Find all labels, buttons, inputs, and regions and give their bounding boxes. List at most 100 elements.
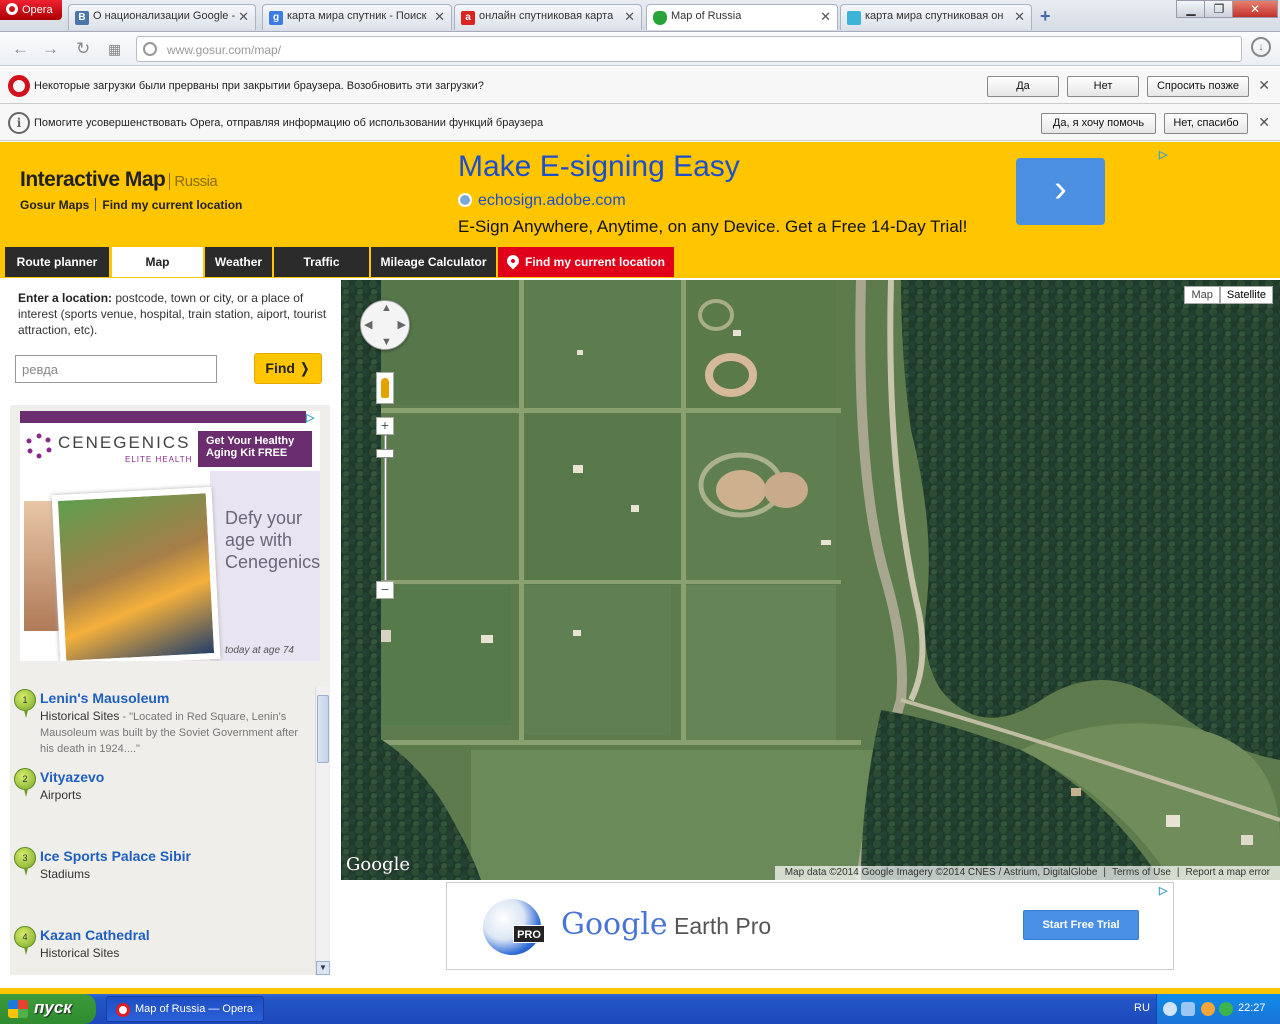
shield-icon <box>653 11 667 25</box>
marker-icon: 3 <box>14 847 36 876</box>
start-button[interactable]: пуск <box>0 994 96 1024</box>
tab-vk[interactable]: B О национализации Google - ✕ <box>68 4 256 30</box>
tab-map-of-russia[interactable]: Map of Russia ✕ <box>646 4 838 30</box>
tab-ask[interactable]: a онлайн спутниковая карта ✕ <box>454 4 642 30</box>
pan-left-icon[interactable]: ◀ <box>364 318 372 331</box>
new-tab-button[interactable]: + <box>1040 6 1051 27</box>
forward-arrow-icon[interactable]: → <box>42 39 59 59</box>
location-search-input[interactable] <box>15 355 217 383</box>
pan-up-icon[interactable]: ▲ <box>381 302 392 314</box>
result-name[interactable]: Kazan Cathedral <box>40 927 150 943</box>
map-type-satellite-button[interactable]: Satellite <box>1219 286 1273 304</box>
site-title: Interactive Map Russia <box>20 168 218 191</box>
speed-dial-icon[interactable]: ▦ <box>108 41 121 58</box>
tab-world-map[interactable]: карта мира спутниковая он ✕ <box>840 4 1032 30</box>
nav-route-planner[interactable]: Route planner <box>5 247 109 277</box>
marker-icon: 4 <box>14 926 36 955</box>
google-logo[interactable]: Google <box>346 854 410 875</box>
find-button[interactable]: Find ❭ <box>254 353 322 384</box>
map-data-credit: Map data ©2014 Google Imagery ©2014 CNES… <box>784 867 1098 878</box>
adchoices-icon[interactable]: ▷ <box>1159 148 1173 162</box>
ad-arrow-button[interactable]: › <box>1016 158 1105 225</box>
result-name[interactable]: Vityazevo <box>40 769 104 785</box>
satellite-map[interactable]: Map Satellite ▲ ▼ ◀ ▶ + − Google Map dat… <box>341 280 1280 880</box>
close-icon[interactable]: ✕ <box>624 9 635 25</box>
windows-flag-icon <box>8 1000 28 1018</box>
find-location-link[interactable]: Find my current location <box>102 198 242 212</box>
chevron-left-icon[interactable] <box>1163 1002 1177 1016</box>
zoom-in-button[interactable]: + <box>376 417 394 435</box>
adchoices-icon[interactable]: ▷ <box>306 411 320 425</box>
zoom-slider-handle[interactable] <box>376 449 394 458</box>
resume-downloads-infobar: Некоторые загрузки были прерваны при зак… <box>0 67 1280 104</box>
gosur-maps-link[interactable]: Gosur Maps <box>20 198 89 212</box>
pan-down-icon[interactable]: ▼ <box>381 336 392 348</box>
network-icon[interactable] <box>1181 1002 1195 1016</box>
nav-find-location[interactable]: Find my current location <box>498 247 674 277</box>
scroll-down-arrow-icon[interactable]: ▼ <box>316 961 330 975</box>
scrollbar-thumb[interactable] <box>317 695 329 763</box>
earth-icon <box>847 11 861 25</box>
close-icon[interactable]: ✕ <box>238 9 249 25</box>
reload-icon[interactable]: ↻ <box>76 39 90 59</box>
map-attribution: Map data ©2014 Google Imagery ©2014 CNES… <box>774 866 1280 880</box>
tab-label: карта мира спутник - Поиск <box>287 10 427 22</box>
pan-right-icon[interactable]: ▶ <box>398 318 406 331</box>
pan-control[interactable]: ▲ ▼ ◀ ▶ <box>360 300 410 350</box>
ask-later-button[interactable]: Спросить позже <box>1147 76 1249 97</box>
tray-app-icon[interactable] <box>1201 1002 1215 1016</box>
help-yes-button[interactable]: Да, я хочу помочь <box>1041 113 1156 134</box>
terms-of-use-link[interactable]: Terms of Use <box>1112 867 1171 878</box>
close-icon[interactable]: ✕ <box>1014 9 1025 25</box>
marker-icon: 1 <box>14 689 36 718</box>
opera-menu-button[interactable]: Opera <box>0 0 62 20</box>
address-toolbar: ← → ↻ ▦ www.gosur.com/map/ ♥ <box>0 32 1280 66</box>
pegman-icon[interactable] <box>376 372 394 404</box>
nav-traffic[interactable]: Traffic <box>274 247 369 277</box>
location-instructions: Enter a location: postcode, town or city… <box>18 291 327 337</box>
nav-weather[interactable]: Weather <box>205 247 272 277</box>
satellite-imagery <box>341 280 1280 880</box>
close-icon[interactable]: ✕ <box>820 9 831 25</box>
back-arrow-icon[interactable]: ← <box>12 39 29 59</box>
ad-url[interactable]: echosign.adobe.com <box>458 192 626 210</box>
site-nav: Route planner Map Weather Traffic Mileag… <box>0 246 1280 278</box>
maximize-button[interactable]: ❐ <box>1204 0 1234 18</box>
start-free-trial-button[interactable]: Start Free Trial <box>1023 910 1139 940</box>
language-indicator[interactable]: RU <box>1134 1002 1150 1014</box>
close-icon[interactable]: ✕ <box>1258 114 1270 131</box>
help-no-button[interactable]: Нет, спасибо <box>1164 113 1248 134</box>
bottom-advertisement[interactable]: ▷ PRO Google Earth Pro Start Free Trial <box>446 882 1174 970</box>
close-icon[interactable]: ✕ <box>434 9 445 25</box>
download-icon[interactable]: ↓ <box>1251 37 1271 57</box>
report-map-error-link[interactable]: Report a map error <box>1186 867 1270 878</box>
top-advertisement[interactable]: Make E-signing Easy echosign.adobe.com E… <box>447 147 1175 241</box>
nav-mileage-calculator[interactable]: Mileage Calculator <box>371 247 496 277</box>
adchoices-icon[interactable]: ▷ <box>1159 884 1173 898</box>
map-type-control: Map Satellite <box>1184 286 1273 304</box>
ad-headline[interactable]: Make E-signing Easy <box>458 150 740 184</box>
nav-map[interactable]: Map <box>112 247 203 277</box>
tray-app-icon[interactable] <box>1219 1002 1233 1016</box>
info-icon: i <box>8 112 30 134</box>
no-button[interactable]: Нет <box>1067 76 1139 97</box>
ad-cta-button[interactable]: Get Your Healthy Aging Kit FREE <box>198 431 312 467</box>
tab-google-search[interactable]: g карта мира спутник - Поиск ✕ <box>262 4 452 30</box>
yes-button[interactable]: Да <box>987 76 1059 97</box>
close-window-button[interactable]: ✕ <box>1232 0 1278 18</box>
zoom-out-button[interactable]: − <box>376 581 394 599</box>
result-name[interactable]: Lenin's Mausoleum <box>40 690 169 706</box>
close-icon[interactable]: ✕ <box>1258 77 1270 94</box>
result-name[interactable]: Ice Sports Palace Sibir <box>40 848 191 864</box>
side-advertisement[interactable]: ▷ CENEGENICS ELITE HEALTH Get Your Healt… <box>20 411 320 661</box>
results-scrollbar[interactable]: ▼ <box>315 687 330 975</box>
cenegenics-subbrand: ELITE HEALTH <box>125 455 193 464</box>
usage-stats-infobar: i Помогите усовершенствовать Opera, отпр… <box>0 104 1280 141</box>
taskbar-item-opera[interactable]: Map of Russia — Opera <box>106 996 264 1022</box>
opera-logo-icon <box>116 1003 130 1017</box>
tab-label: онлайн спутниковая карта <box>479 10 614 22</box>
address-bar[interactable]: www.gosur.com/map/ ♥ <box>136 36 1242 62</box>
map-type-map-button[interactable]: Map <box>1184 286 1220 304</box>
minimize-button[interactable]: ▁ <box>1176 0 1206 18</box>
url-path: /map/ <box>251 43 282 57</box>
